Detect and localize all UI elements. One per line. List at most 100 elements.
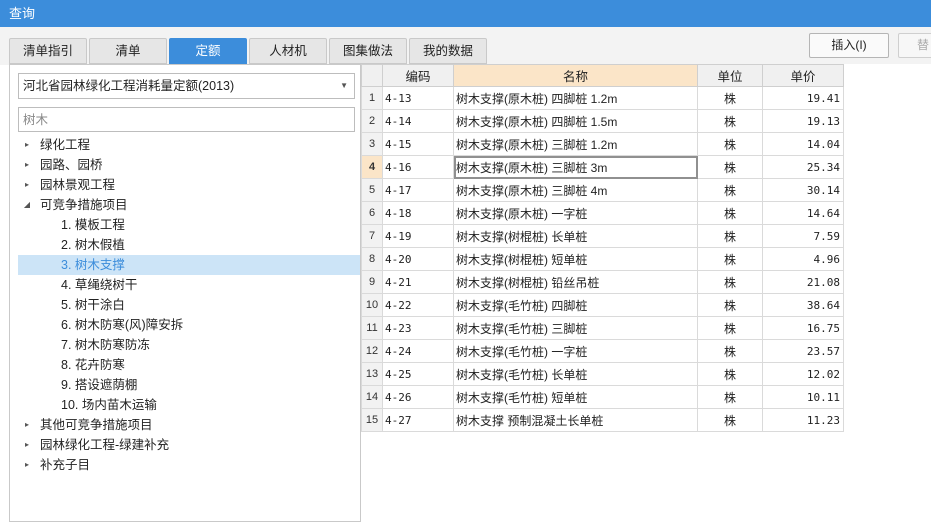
column-header-code[interactable]: 编码: [382, 64, 454, 87]
row-number-cell[interactable]: 1: [361, 86, 383, 110]
tab-quota[interactable]: 定额: [169, 38, 247, 64]
name-cell[interactable]: 树木支撑(原木桩) 三脚桩 4m: [453, 178, 698, 202]
tree-item[interactable]: ◢ 可竞争措施项目: [10, 195, 360, 215]
name-cell[interactable]: 树木支撑(原木桩) 三脚桩 1.2m: [453, 132, 698, 156]
tree-item[interactable]: ▸ 园林景观工程: [10, 175, 360, 195]
name-cell[interactable]: 树木支撑(毛竹桩) 三脚桩: [453, 316, 698, 340]
column-header-unit[interactable]: 单位: [697, 64, 763, 87]
price-cell[interactable]: 30.14: [762, 178, 844, 202]
price-cell[interactable]: 16.75: [762, 316, 844, 340]
name-cell[interactable]: 树木支撑(毛竹桩) 四脚桩: [453, 293, 698, 317]
table-row[interactable]: 11 4-23 树木支撑(毛竹桩) 三脚桩株 16.75: [361, 316, 844, 340]
table-row[interactable]: 14 4-26 树木支撑(毛竹桩) 短单桩株 10.11: [361, 385, 844, 409]
unit-cell[interactable]: 株: [697, 339, 763, 363]
code-cell[interactable]: 4-16: [382, 155, 454, 179]
tree-item[interactable]: 1. 模板工程: [10, 215, 360, 235]
tree-item[interactable]: ▸ 园路、园桥: [10, 155, 360, 175]
tab-my-data[interactable]: 我的数据: [409, 38, 487, 64]
code-cell[interactable]: 4-13: [382, 86, 454, 110]
search-input[interactable]: [18, 107, 355, 132]
collapsed-triangle-icon[interactable]: ▸: [22, 135, 32, 155]
code-cell[interactable]: 4-22: [382, 293, 454, 317]
code-cell[interactable]: 4-27: [382, 408, 454, 432]
price-cell[interactable]: 21.08: [762, 270, 844, 294]
tree-item[interactable]: 6. 树木防寒(风)障安拆: [10, 315, 360, 335]
name-cell[interactable]: 树木支撑(原木桩) 四脚桩 1.2m: [453, 86, 698, 110]
table-row[interactable]: 4 4-16 树木支撑(原木桩) 三脚桩 3m 株 25.34: [361, 155, 844, 179]
table-row[interactable]: 7 4-19 树木支撑(树棍桩) 长单桩株 7.59: [361, 224, 844, 248]
table-row[interactable]: 12 4-24 树木支撑(毛竹桩) 一字桩株 23.57: [361, 339, 844, 363]
table-row[interactable]: 1 4-13 树木支撑(原木桩) 四脚桩 1.2m 株 19.41: [361, 86, 844, 110]
row-number-cell[interactable]: 6: [361, 201, 383, 225]
collapsed-triangle-icon[interactable]: ▸: [22, 455, 32, 475]
row-number-cell[interactable]: 3: [361, 132, 383, 156]
unit-cell[interactable]: 株: [697, 293, 763, 317]
price-cell[interactable]: 4.96: [762, 247, 844, 271]
table-row[interactable]: 8 4-20 树木支撑(树棍桩) 短单桩株 4.96: [361, 247, 844, 271]
tree-item[interactable]: 7. 树木防寒防冻: [10, 335, 360, 355]
code-cell[interactable]: 4-18: [382, 201, 454, 225]
name-cell[interactable]: 树木支撑 预制混凝土长单桩: [453, 408, 698, 432]
code-cell[interactable]: 4-23: [382, 316, 454, 340]
price-cell[interactable]: 10.11: [762, 385, 844, 409]
price-cell[interactable]: 12.02: [762, 362, 844, 386]
unit-cell[interactable]: 株: [697, 408, 763, 432]
price-cell[interactable]: 14.04: [762, 132, 844, 156]
tab-atlas-method[interactable]: 图集做法: [329, 38, 407, 64]
name-cell[interactable]: 树木支撑(树棍桩) 铅丝吊桩: [453, 270, 698, 294]
unit-cell[interactable]: 株: [697, 385, 763, 409]
row-number-cell[interactable]: 13: [361, 362, 383, 386]
table-row[interactable]: 9 4-21 树木支撑(树棍桩) 铅丝吊桩株 21.08: [361, 270, 844, 294]
price-cell[interactable]: 14.64: [762, 201, 844, 225]
table-row[interactable]: 6 4-18 树木支撑(原木桩) 一字桩株 14.64: [361, 201, 844, 225]
row-number-cell[interactable]: 11: [361, 316, 383, 340]
expanded-triangle-icon[interactable]: ◢: [22, 195, 32, 215]
row-number-cell[interactable]: 10: [361, 293, 383, 317]
name-cell[interactable]: 树木支撑(原木桩) 一字桩: [453, 201, 698, 225]
tree-item[interactable]: ▸ 补充子目: [10, 455, 360, 475]
insert-button[interactable]: 插入(I): [809, 33, 889, 58]
tab-bill[interactable]: 清单: [89, 38, 167, 64]
price-cell[interactable]: 7.59: [762, 224, 844, 248]
unit-cell[interactable]: 株: [697, 316, 763, 340]
row-number-cell[interactable]: 14: [361, 385, 383, 409]
collapsed-triangle-icon[interactable]: ▸: [22, 175, 32, 195]
price-cell[interactable]: 19.13: [762, 109, 844, 133]
code-cell[interactable]: 4-15: [382, 132, 454, 156]
replace-button[interactable]: 替: [898, 33, 931, 58]
row-number-cell[interactable]: 5: [361, 178, 383, 202]
row-number-cell[interactable]: 4: [361, 155, 383, 179]
row-number-cell[interactable]: 15: [361, 408, 383, 432]
name-cell[interactable]: 树木支撑(树棍桩) 短单桩: [453, 247, 698, 271]
table-row[interactable]: 15 4-27 树木支撑 预制混凝土长单桩株 11.23: [361, 408, 844, 432]
tree-item[interactable]: 9. 搭设遮荫棚: [10, 375, 360, 395]
table-row[interactable]: 5 4-17 树木支撑(原木桩) 三脚桩 4m 株 30.14: [361, 178, 844, 202]
unit-cell[interactable]: 株: [697, 132, 763, 156]
collapsed-triangle-icon[interactable]: ▸: [22, 435, 32, 455]
unit-cell[interactable]: 株: [697, 201, 763, 225]
unit-cell[interactable]: 株: [697, 224, 763, 248]
table-row[interactable]: 3 4-15 树木支撑(原木桩) 三脚桩 1.2m 株 14.04: [361, 132, 844, 156]
unit-cell[interactable]: 株: [697, 178, 763, 202]
name-cell[interactable]: 树木支撑(树棍桩) 长单桩: [453, 224, 698, 248]
row-number-cell[interactable]: 8: [361, 247, 383, 271]
unit-cell[interactable]: 株: [697, 270, 763, 294]
table-row[interactable]: 13 4-25 树木支撑(毛竹桩) 长单桩株 12.02: [361, 362, 844, 386]
unit-cell[interactable]: 株: [697, 155, 763, 179]
unit-cell[interactable]: 株: [697, 362, 763, 386]
name-cell[interactable]: 树木支撑(原木桩) 三脚桩 3m: [453, 155, 698, 179]
column-header-name[interactable]: 名称: [453, 64, 698, 87]
price-cell[interactable]: 19.41: [762, 86, 844, 110]
tab-bill-guide[interactable]: 清单指引: [9, 38, 87, 64]
tree-item[interactable]: 3. 树木支撑: [18, 255, 360, 275]
table-row[interactable]: 2 4-14 树木支撑(原木桩) 四脚桩 1.5m 株 19.13: [361, 109, 844, 133]
tree-item[interactable]: ▸ 绿化工程: [10, 135, 360, 155]
code-cell[interactable]: 4-14: [382, 109, 454, 133]
row-number-cell[interactable]: 12: [361, 339, 383, 363]
tree-item[interactable]: ▸ 其他可竞争措施项目: [10, 415, 360, 435]
unit-cell[interactable]: 株: [697, 247, 763, 271]
unit-cell[interactable]: 株: [697, 86, 763, 110]
collapsed-triangle-icon[interactable]: ▸: [22, 415, 32, 435]
price-cell[interactable]: 23.57: [762, 339, 844, 363]
code-cell[interactable]: 4-25: [382, 362, 454, 386]
